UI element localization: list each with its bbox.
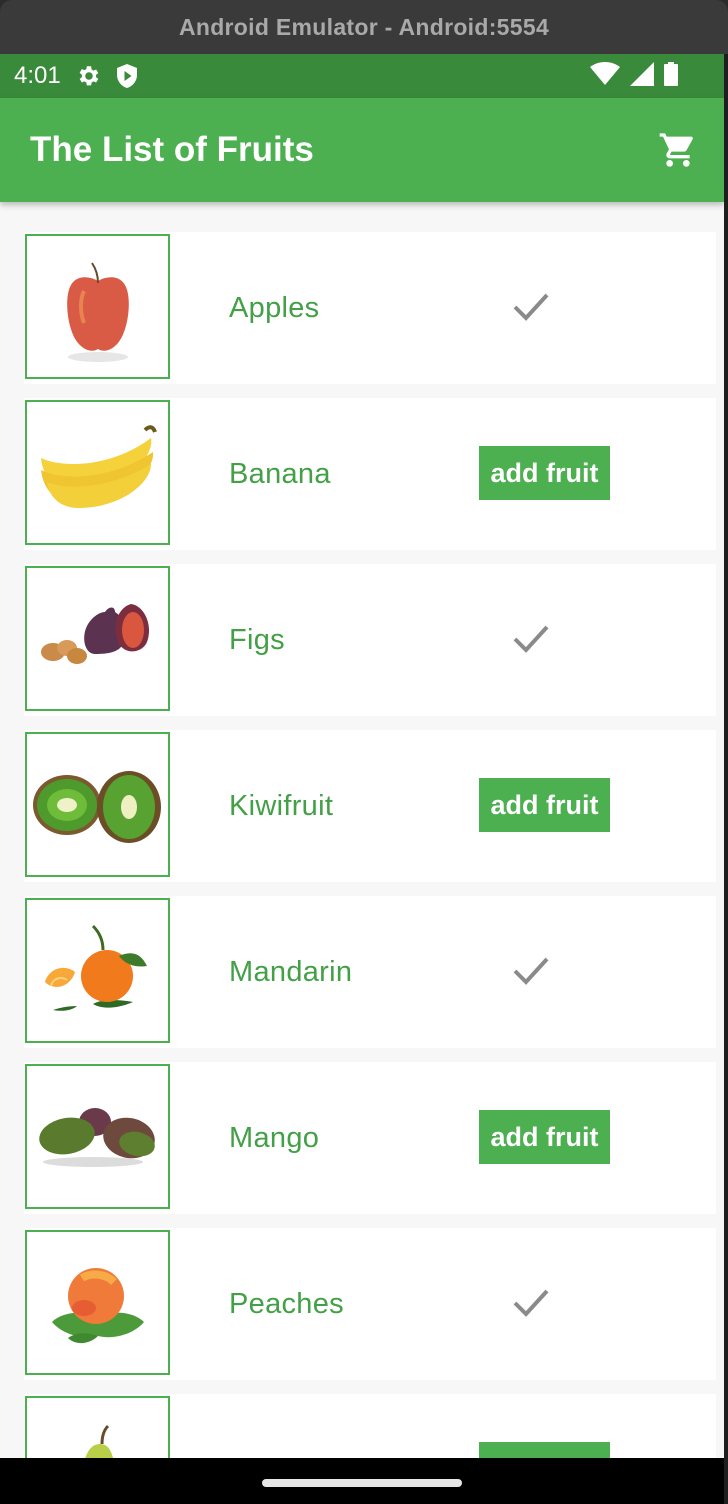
fruit-image-banana [25, 400, 170, 545]
check-icon [513, 1289, 549, 1317]
shield-play-icon [115, 63, 139, 89]
add-fruit-button[interactable]: add fruit [479, 778, 610, 832]
list-item: Figs [24, 564, 716, 716]
fruit-name: Pears [229, 1394, 306, 1459]
wifi-icon [590, 61, 620, 91]
navigation-bar [0, 1458, 724, 1504]
status-time: 4:01 [14, 62, 61, 89]
check-icon [513, 957, 549, 985]
status-bar: 4:01 [0, 54, 724, 98]
device-screen: 4:01 The List of Fruits Apples Banana ad… [0, 54, 724, 1504]
add-fruit-button[interactable]: add fruit [479, 1110, 610, 1164]
list-item: Mango add fruit [24, 1062, 716, 1214]
add-fruit-button[interactable]: add fruit [479, 446, 610, 500]
app-bar: The List of Fruits [0, 98, 724, 202]
list-item: Banana add fruit [24, 398, 716, 550]
cart-icon[interactable] [658, 130, 698, 170]
fruit-name: Peaches [229, 1287, 344, 1320]
signal-icon [630, 61, 654, 91]
window-edge [724, 54, 728, 1504]
fruit-image-apple [25, 234, 170, 379]
fruit-name: Figs [229, 623, 285, 656]
fruit-name: Banana [229, 457, 331, 490]
fruit-name: Apples [229, 291, 320, 324]
list-item: Mandarin [24, 896, 716, 1048]
fruit-image-peach [25, 1230, 170, 1375]
check-icon [513, 625, 549, 653]
page-title: The List of Fruits [30, 130, 314, 169]
list-item: Apples [24, 232, 716, 384]
fruit-image-kiwi [25, 732, 170, 877]
check-icon [513, 293, 549, 321]
list-item: Peaches [24, 1228, 716, 1380]
fruit-name: Mango [229, 1121, 320, 1154]
home-handle[interactable] [262, 1479, 462, 1487]
list-item: Pears add fruit [24, 1394, 716, 1458]
fruit-image-mandarin [25, 898, 170, 1043]
window-title: Android Emulator - Android:5554 [178, 13, 550, 40]
fruit-name: Kiwifruit [229, 789, 334, 822]
battery-icon [664, 61, 678, 91]
fruit-list: Apples Banana add fruit Figs Kiwifruit a… [0, 202, 724, 1458]
window-titlebar: Android Emulator - Android:5554 [0, 0, 728, 54]
fruit-name: Mandarin [229, 955, 353, 988]
add-fruit-button[interactable]: add fruit [479, 1442, 610, 1458]
fruit-image-pear [25, 1396, 170, 1458]
list-item: Kiwifruit add fruit [24, 730, 716, 882]
settings-gear-icon [75, 63, 101, 89]
fruit-image-mango [25, 1064, 170, 1209]
fruit-image-figs [25, 566, 170, 711]
